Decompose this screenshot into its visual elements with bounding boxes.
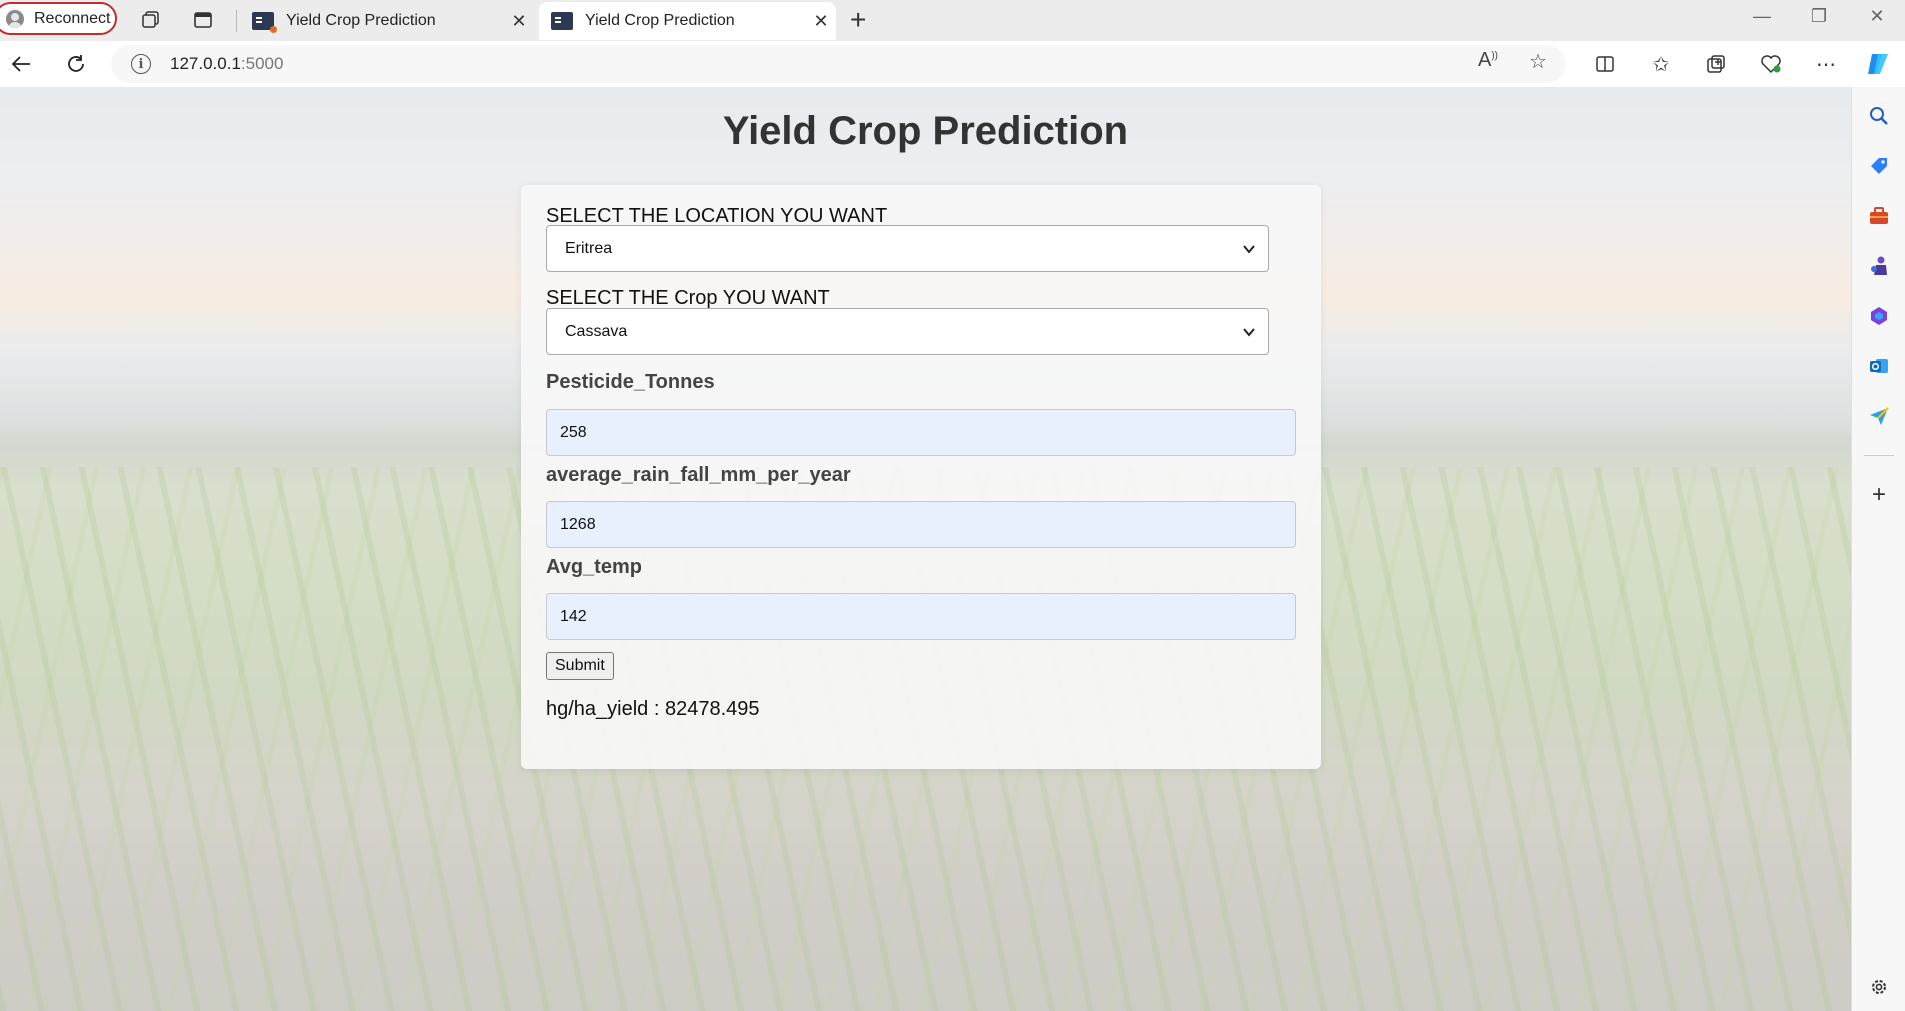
read-aloud-icon[interactable]: A)) <box>1478 49 1498 72</box>
rainfall-input[interactable] <box>546 501 1296 548</box>
browser-toolbar: i 127.0.0.1:5000 A)) ☆ <box>0 41 1905 87</box>
add-icon[interactable]: + <box>1865 481 1893 509</box>
profile-icon <box>6 9 24 28</box>
settings-icon[interactable] <box>1865 973 1893 1001</box>
rainfall-label: average_rain_fall_mm_per_year <box>546 464 851 486</box>
terminal-favicon-icon <box>551 12 573 30</box>
tab-actions-icon[interactable] <box>191 8 215 32</box>
tab-strip: Reconnect Yield Crop Prediction ✕ Yield … <box>0 0 1905 41</box>
tools-icon[interactable] <box>1865 202 1893 230</box>
address-bar[interactable]: i 127.0.0.1:5000 <box>111 45 1566 83</box>
new-tab-plus-icon[interactable]: + <box>850 4 866 36</box>
copilot-icon[interactable] <box>1864 50 1892 78</box>
avg-temp-label: Avg_temp <box>546 556 642 578</box>
tab-yield-crop-2[interactable]: Yield Crop Prediction ✕ <box>539 2 836 40</box>
chevron-down-icon <box>1243 327 1255 337</box>
location-select[interactable]: Eritrea <box>546 225 1269 272</box>
split-screen-icon[interactable] <box>1591 50 1619 78</box>
tab-title: Yield Crop Prediction <box>286 12 436 29</box>
page-viewport: Yield Crop Prediction SELECT THE LOCATIO… <box>0 87 1851 1011</box>
edge-sidebar: + <box>1851 87 1905 1011</box>
location-selected-value: Eritrea <box>565 239 613 257</box>
send-icon[interactable] <box>1865 402 1893 430</box>
back-arrow-icon[interactable] <box>6 49 36 79</box>
submit-button[interactable]: Submit <box>546 652 614 680</box>
info-icon[interactable]: i <box>131 54 151 74</box>
more-icon[interactable]: ⋯ <box>1812 50 1840 78</box>
workspaces-icon[interactable] <box>139 8 163 32</box>
yield-result: hg/ha_yield : 82478.495 <box>546 698 760 720</box>
office-icon[interactable] <box>1865 302 1893 330</box>
window-close-icon[interactable]: ✕ <box>1862 6 1892 27</box>
pesticide-input[interactable] <box>546 409 1296 456</box>
refresh-icon[interactable] <box>61 49 91 79</box>
close-icon[interactable]: ✕ <box>806 11 836 32</box>
outlook-icon[interactable] <box>1865 352 1893 380</box>
crop-label: SELECT THE Crop YOU WANT <box>546 287 830 309</box>
prediction-form: SELECT THE LOCATION YOU WANT Eritrea SEL… <box>521 185 1321 769</box>
reconnect-button[interactable]: Reconnect <box>0 2 117 35</box>
url-text: 127.0.0.1:5000 <box>170 54 284 73</box>
collections-icon[interactable] <box>1702 50 1730 78</box>
tab-title: Yield Crop Prediction <box>585 12 735 29</box>
restore-icon[interactable]: ❐ <box>1804 6 1834 27</box>
search-icon[interactable] <box>1865 102 1893 130</box>
favorites-icon[interactable]: ✩ <box>1647 50 1675 78</box>
pesticide-label: Pesticide_Tonnes <box>546 371 715 393</box>
shopping-tag-icon[interactable] <box>1865 152 1893 180</box>
heart-pulse-icon[interactable] <box>1757 50 1785 78</box>
minimize-icon[interactable]: — <box>1747 6 1777 27</box>
star-icon[interactable]: ☆ <box>1529 49 1547 74</box>
chevron-down-icon <box>1243 244 1255 254</box>
reconnect-label: Reconnect <box>34 9 111 27</box>
crop-select[interactable]: Cassava <box>546 308 1269 355</box>
games-icon[interactable] <box>1865 252 1893 280</box>
terminal-favicon-icon <box>252 12 277 33</box>
crop-selected-value: Cassava <box>565 322 628 340</box>
tab-yield-crop-1[interactable]: Yield Crop Prediction ✕ <box>240 2 534 40</box>
avg-temp-input[interactable] <box>546 593 1296 640</box>
page-title: Yield Crop Prediction <box>722 109 1129 153</box>
close-icon[interactable]: ✕ <box>504 11 534 32</box>
